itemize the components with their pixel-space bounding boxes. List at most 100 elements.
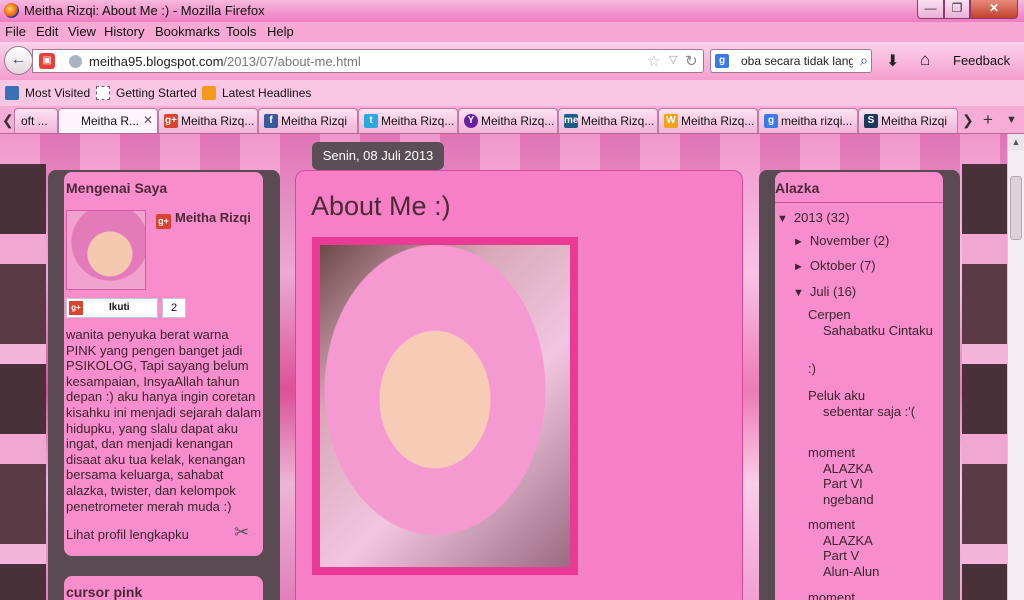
- tab-label: Meitha Rizq...: [381, 114, 455, 128]
- tab-label: Meitha Rizq...: [681, 114, 755, 128]
- scroll-up-arrow-icon[interactable]: ▲: [1008, 134, 1024, 151]
- tab-label: Meitha Rizq...: [481, 114, 555, 128]
- archive-post-link[interactable]: :): [808, 361, 816, 377]
- minimize-button[interactable]: —: [917, 0, 944, 19]
- bookmark-latest-headlines[interactable]: Latest Headlines: [202, 86, 311, 100]
- tab-label: oft ...: [21, 114, 48, 128]
- tab-label: Meitha Rizq...: [181, 114, 255, 128]
- cursor-widget-title: cursor pink: [66, 584, 143, 600]
- view-profile-link[interactable]: Lihat profil lengkapku: [66, 527, 189, 542]
- bookmark-star-icon[interactable]: ☆: [647, 52, 660, 70]
- collapse-triangle-icon[interactable]: ▼: [777, 213, 788, 225]
- google-search-icon: g: [764, 114, 778, 128]
- author-name: Meitha Rizqi: [175, 210, 251, 225]
- window-title-bar: Meitha Rizqi: About Me :) - Mozilla Fire…: [0, 0, 1024, 22]
- page-viewport: Senin, 08 Juli 2013 Mengenai Saya g+ Meit…: [0, 134, 1007, 600]
- profile-avatar[interactable]: [66, 210, 146, 290]
- wattpad-icon: W: [664, 114, 678, 128]
- archive-post-link[interactable]: Cerpen Sahabatku Cintaku: [808, 307, 933, 338]
- bookmark-getting-started[interactable]: Getting Started: [96, 86, 197, 100]
- tab-list-icon[interactable]: ▼: [1006, 114, 1017, 126]
- tab-1-active[interactable]: Meitha R... ✕: [58, 108, 158, 133]
- new-tab-icon[interactable]: +: [983, 110, 993, 130]
- menu-tools[interactable]: Tools: [226, 24, 256, 39]
- archive-label: November (2): [809, 233, 890, 248]
- page-icon: [96, 86, 110, 100]
- most-visited-icon: [5, 86, 19, 100]
- follow-button[interactable]: g+ Ikuti: [66, 298, 158, 318]
- site-identity-icon[interactable]: ▣: [39, 53, 55, 69]
- firefox-icon: [4, 3, 19, 18]
- rss-icon: [202, 86, 216, 100]
- feedback-button[interactable]: Feedback: [953, 53, 1010, 68]
- archive-widget: Alazka ▼ 2013 (32) ► November (2) ► Oktober…: [775, 172, 943, 600]
- url-text[interactable]: meitha95.blogspot.com/2013/07/about-me.h…: [89, 54, 361, 69]
- collapse-triangle-icon[interactable]: ▼: [793, 287, 804, 299]
- background-pattern-right: [962, 164, 1007, 600]
- tab-label: meitha rizqi...: [781, 114, 853, 128]
- archive-post-link[interactable]: moment ALAZKA Part VI ngeband: [808, 445, 888, 507]
- scrollbar-thumb[interactable]: [1010, 176, 1022, 240]
- menu-help[interactable]: Help: [267, 24, 294, 39]
- archive-month-november[interactable]: ► November (2): [793, 233, 889, 248]
- twitter-icon: t: [364, 114, 378, 128]
- about-widget: Mengenai Saya g+ Meitha Rizqi g+ Ikuti 2 w…: [64, 172, 263, 556]
- close-button[interactable]: ✕: [970, 0, 1018, 19]
- search-input[interactable]: oba secara tidak lang: [741, 54, 853, 68]
- home-icon[interactable]: ⌂: [920, 50, 930, 70]
- expand-triangle-icon[interactable]: ►: [793, 236, 804, 248]
- archive-month-juli[interactable]: ▼ Juli (16): [793, 284, 856, 299]
- archive-post-link[interactable]: moment ALAZKA Part V Alun-Alun: [808, 517, 888, 579]
- bookmark-most-visited[interactable]: Most Visited: [5, 86, 90, 100]
- download-icon[interactable]: ⬇: [886, 51, 899, 71]
- edit-tools-icon[interactable]: ✂: [234, 522, 249, 543]
- url-dropdown-icon[interactable]: ▽: [669, 53, 677, 66]
- tab-9[interactable]: S Meitha Rizqi: [858, 108, 958, 133]
- follow-label: Ikuti: [109, 302, 130, 313]
- back-button[interactable]: ←: [4, 46, 33, 75]
- author-name-link[interactable]: g+ Meitha Rizqi: [156, 210, 251, 229]
- tab-0[interactable]: oft ...: [14, 108, 58, 133]
- tab-2[interactable]: g+ Meitha Rizq...: [158, 108, 258, 133]
- menu-edit[interactable]: Edit: [36, 24, 58, 39]
- tab-3[interactable]: f Meitha Rizqi: [258, 108, 358, 133]
- maximize-button[interactable]: ❐: [944, 0, 970, 19]
- tab-strip: ❮ oft ... Meitha R... ✕ g+ Meitha Rizq... …: [0, 106, 1024, 134]
- reload-icon[interactable]: ↻: [685, 52, 698, 70]
- archive-month-oktober[interactable]: ► Oktober (7): [793, 258, 876, 273]
- search-go-icon[interactable]: ⌕: [860, 52, 868, 69]
- menu-view[interactable]: View: [68, 24, 96, 39]
- tab-4[interactable]: t Meitha Rizq...: [358, 108, 458, 133]
- menu-file[interactable]: File: [5, 24, 26, 39]
- tab-7[interactable]: W Meitha Rizq...: [658, 108, 758, 133]
- tab-scroll-right-icon[interactable]: ❯: [962, 112, 974, 129]
- archive-label: 2013 (32): [793, 210, 850, 225]
- google-plus-icon: g+: [69, 301, 83, 315]
- archive-post-link[interactable]: moment: [808, 590, 855, 600]
- expand-triangle-icon[interactable]: ►: [793, 261, 804, 273]
- archive-post-link[interactable]: Peluk aku sebentar saja :'(: [808, 388, 915, 419]
- facebook-icon: f: [264, 114, 278, 128]
- about-description: wanita penyuka berat warna PINK yang pen…: [66, 327, 262, 514]
- vertical-scrollbar[interactable]: ▲: [1007, 134, 1024, 600]
- menu-bookmarks[interactable]: Bookmarks: [155, 24, 220, 39]
- url-path: /2013/07/about-me.html: [223, 54, 361, 69]
- post-photo-frame: [312, 237, 578, 575]
- globe-icon: [69, 55, 82, 68]
- tab-scroll-left-icon[interactable]: ❮: [2, 112, 14, 129]
- post-container: About Me :): [295, 170, 743, 600]
- post-link-text: moment: [808, 590, 855, 600]
- search-bar[interactable]: g oba secara tidak lang ⌕: [710, 49, 872, 73]
- bookmarks-toolbar: Most Visited Getting Started Latest Head…: [0, 80, 1024, 106]
- tab-8[interactable]: g meitha rizqi...: [758, 108, 858, 133]
- url-bar[interactable]: ▣ meitha95.blogspot.com/2013/07/about-me…: [32, 49, 704, 73]
- tab-5[interactable]: Y Meitha Rizq...: [458, 108, 558, 133]
- google-search-engine-icon[interactable]: g: [715, 54, 729, 68]
- tab-close-icon[interactable]: ✕: [143, 113, 153, 127]
- tab-6[interactable]: me Meitha Rizq...: [558, 108, 658, 133]
- date-header: Senin, 08 Juli 2013: [312, 142, 444, 170]
- archive-year-2013[interactable]: ▼ 2013 (32): [777, 210, 850, 225]
- post-link-text: moment: [808, 445, 855, 460]
- menu-history[interactable]: History: [104, 24, 144, 39]
- navigation-toolbar: ▣ meitha95.blogspot.com/2013/07/about-me…: [0, 42, 1024, 80]
